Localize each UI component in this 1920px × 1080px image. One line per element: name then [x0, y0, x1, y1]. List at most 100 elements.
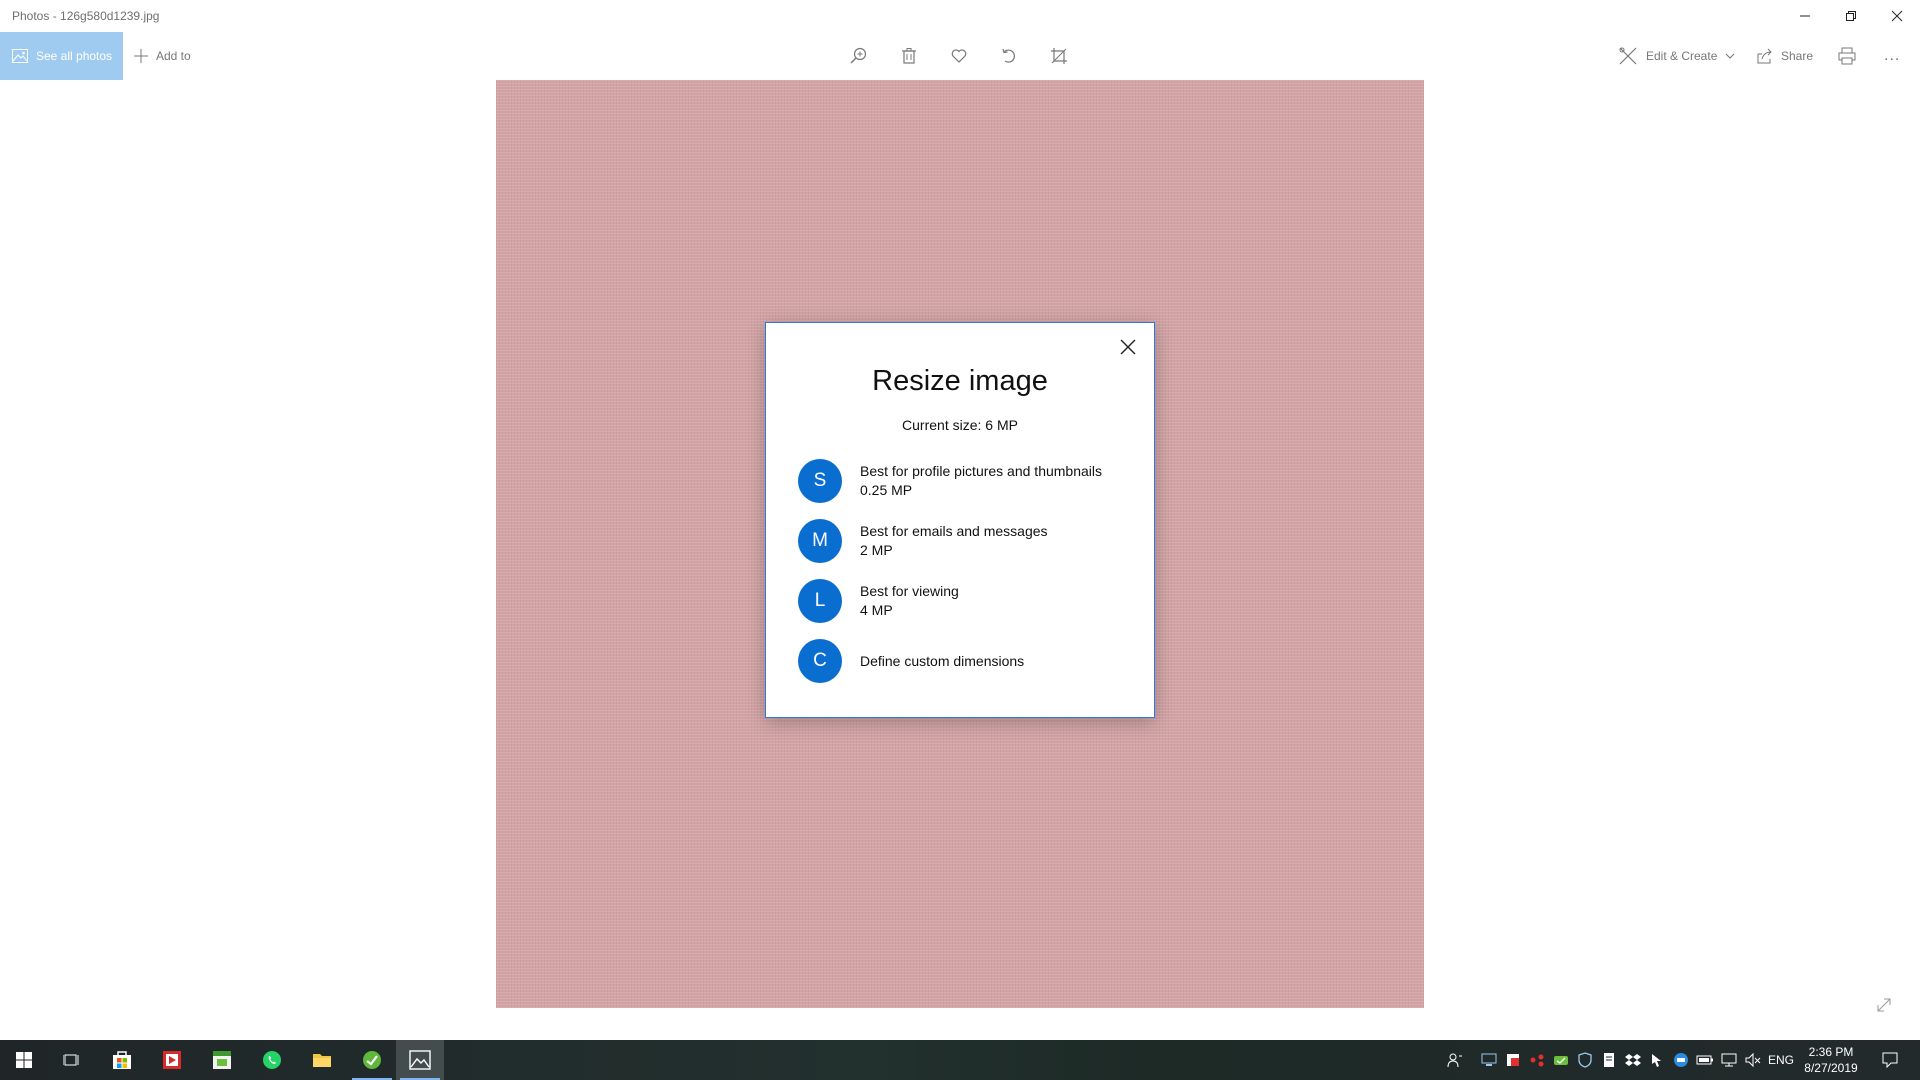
dialog-close-button[interactable] [1112, 331, 1144, 363]
network-button[interactable] [1718, 1040, 1740, 1080]
window-title: Photos - 126g580d1239.jpg [12, 9, 160, 23]
security-app-icon [1507, 1054, 1519, 1066]
delete-button[interactable] [895, 42, 923, 70]
crop-icon [1051, 48, 1067, 64]
share-button[interactable]: Share [1757, 32, 1813, 80]
more-options-button[interactable]: ... [1884, 32, 1900, 80]
clock[interactable]: 2:36 PM 8/27/2019 [1796, 1044, 1866, 1076]
chat-app-icon [1674, 1053, 1688, 1067]
option-text: Define custom dimensions [860, 652, 1024, 671]
tray-app-1[interactable] [1478, 1040, 1500, 1080]
greenshot-button[interactable] [348, 1040, 396, 1080]
windows-start-icon [16, 1052, 32, 1068]
close-window-button[interactable] [1874, 0, 1920, 32]
document-app-icon [1604, 1053, 1614, 1067]
red-app-button[interactable] [148, 1040, 196, 1080]
edit-create-label: Edit & Create [1646, 49, 1718, 63]
option-text: Best for profile pictures and thumbnails… [860, 462, 1102, 500]
current-size-text: Current size: 6 MP [902, 417, 1018, 433]
volume-button[interactable] [1742, 1040, 1764, 1080]
green-app-button[interactable] [198, 1040, 246, 1080]
greenshot-icon [363, 1051, 381, 1069]
chevron-down-icon [1726, 53, 1735, 59]
shield-icon [1578, 1052, 1592, 1068]
option-text: Best for emails and messages 2 MP [860, 522, 1048, 560]
add-to-label: Add to [156, 49, 191, 63]
fullscreen-button[interactable] [1874, 995, 1894, 1015]
green-app-icon [213, 1051, 231, 1069]
delete-icon [902, 48, 916, 64]
file-explorer-button[interactable] [298, 1040, 346, 1080]
zoom-button[interactable] [845, 42, 873, 70]
resize-image-dialog: Resize image Current size: 6 MP S Best f… [765, 322, 1155, 718]
restore-button[interactable] [1828, 0, 1874, 32]
see-all-photos-button[interactable]: See all photos [0, 32, 123, 80]
option-description: Best for viewing [860, 583, 959, 599]
resize-option-small[interactable]: S Best for profile pictures and thumbnai… [798, 458, 1138, 504]
option-letter-badge: S [798, 459, 842, 503]
favorite-button[interactable] [945, 42, 973, 70]
print-icon [1838, 47, 1856, 65]
photos-app-button[interactable] [396, 1040, 444, 1080]
tray-app-7[interactable] [1670, 1040, 1692, 1080]
minimize-icon [1800, 15, 1810, 17]
sync-app-icon [1554, 1056, 1568, 1065]
red-app-icon [163, 1051, 181, 1069]
photos-icon [409, 1050, 431, 1070]
task-view-button[interactable] [48, 1040, 96, 1080]
people-button[interactable] [1443, 1040, 1467, 1080]
option-description: Best for emails and messages [860, 523, 1048, 539]
monitor-app-icon [1481, 1053, 1497, 1066]
share-icon [1757, 48, 1772, 64]
tray-app-3[interactable] [1526, 1040, 1548, 1080]
cursor-app-icon [1652, 1054, 1661, 1067]
crop-button[interactable] [1045, 42, 1073, 70]
expand-icon [1877, 998, 1891, 1012]
whatsapp-icon [263, 1051, 281, 1069]
more-options-label: ... [1884, 47, 1901, 64]
notification-icon [1882, 1052, 1898, 1068]
minimize-button[interactable] [1782, 0, 1828, 32]
restore-icon [1846, 11, 1856, 21]
defender-button[interactable] [1574, 1040, 1596, 1080]
whatsapp-button[interactable] [248, 1040, 296, 1080]
dropbox-icon [1625, 1054, 1641, 1066]
language-indicator[interactable]: ENG [1766, 1040, 1796, 1080]
option-size: 4 MP [860, 602, 893, 618]
start-button[interactable] [0, 1040, 48, 1080]
store-button[interactable] [98, 1040, 146, 1080]
see-all-photos-label: See all photos [36, 49, 113, 63]
option-size: 2 MP [860, 542, 893, 558]
rotate-button[interactable] [995, 42, 1023, 70]
dropbox-button[interactable] [1622, 1040, 1644, 1080]
print-button[interactable] [1833, 42, 1861, 70]
tray-app-4[interactable] [1550, 1040, 1572, 1080]
tray-app-5[interactable] [1598, 1040, 1620, 1080]
tray-app-2[interactable] [1502, 1040, 1524, 1080]
plus-icon [134, 49, 148, 63]
edit-create-button[interactable]: Edit & Create [1618, 32, 1735, 80]
language-label: ENG [1767, 1053, 1794, 1067]
option-description: Define custom dimensions [860, 652, 1025, 669]
option-text: Best for viewing 4 MP [860, 582, 959, 620]
heart-icon [951, 49, 967, 63]
dialog-title: Resize image [872, 365, 1048, 397]
resize-option-medium[interactable]: M Best for emails and messages 2 MP [798, 518, 1138, 564]
share-label: Share [1781, 49, 1814, 63]
network-icon [1721, 1053, 1737, 1067]
option-letter-badge: C [798, 639, 842, 683]
tray-app-6[interactable] [1646, 1040, 1668, 1080]
network-app-icon [1530, 1054, 1544, 1067]
toolbar: See all photos Add to Edit & Create Shar… [0, 32, 1920, 80]
battery-button[interactable] [1694, 1040, 1716, 1080]
add-to-button[interactable]: Add to [134, 32, 191, 80]
resize-option-large[interactable]: L Best for viewing 4 MP [798, 578, 1138, 624]
action-center-button[interactable] [1870, 1040, 1910, 1080]
taskbar: ENG 2:36 PM 8/27/2019 [0, 1040, 1920, 1080]
volume-muted-icon [1745, 1052, 1761, 1068]
resize-option-custom[interactable]: C Define custom dimensions [798, 638, 1138, 684]
edit-create-icon [1619, 47, 1637, 65]
rotate-icon [1002, 48, 1015, 63]
clock-time: 2:36 PM [1808, 1045, 1854, 1059]
close-icon [1120, 339, 1136, 355]
